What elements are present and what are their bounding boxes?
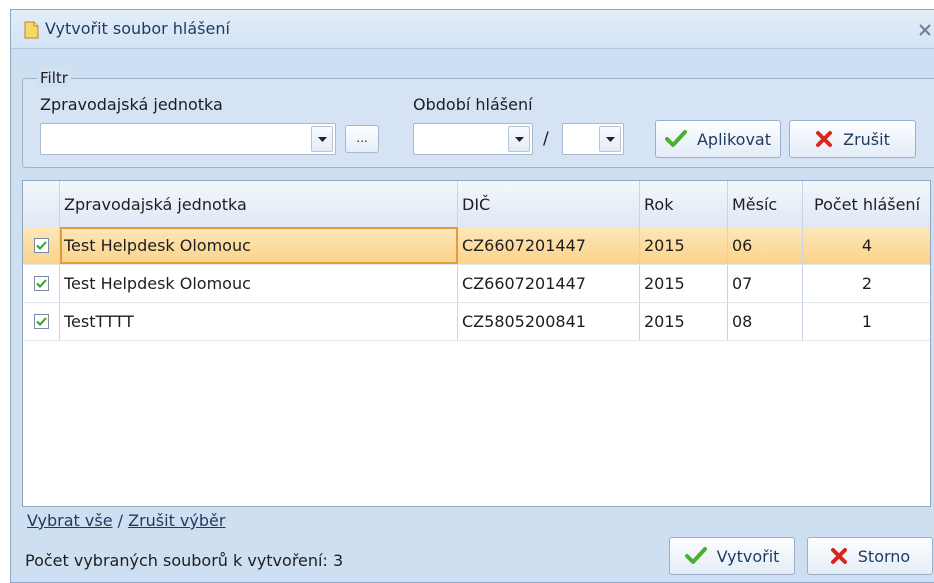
checkbox-check-icon (35, 317, 47, 326)
cross-icon (830, 548, 847, 564)
unit-combo[interactable] (40, 123, 336, 155)
cancel-filter-label: Zrušit (843, 129, 890, 149)
row-checkbox[interactable] (33, 238, 49, 253)
month-combo[interactable] (562, 123, 624, 155)
cell-year[interactable]: 2015 (640, 227, 728, 264)
chevron-down-icon (606, 137, 615, 142)
chevron-down-icon (515, 137, 524, 142)
unit-label: Zpravodajská jednotka (40, 95, 223, 114)
cancel-filter-button[interactable]: Zrušit (789, 120, 916, 158)
header-select[interactable] (23, 181, 60, 227)
chevron-down-icon (318, 137, 327, 142)
select-all-link[interactable]: Vybrat vše (27, 511, 113, 530)
folder-icon (24, 21, 39, 39)
cell-dic[interactable]: CZ6607201447 (458, 265, 640, 302)
apply-button-label: Aplikovat (696, 129, 772, 149)
cell-year[interactable]: 2015 (640, 265, 728, 302)
grid-header: Zpravodajská jednotka DIČ Rok Měsíc Poče… (23, 181, 930, 228)
row-checkbox-cell[interactable] (23, 303, 60, 340)
selection-links: Vybrat vše / Zrušit výběr (27, 511, 225, 530)
create-button-label: Vytvořit (716, 546, 780, 566)
table-row[interactable]: TestTTTT CZ5805200841 2015 08 1 (23, 303, 930, 341)
table-row[interactable]: Test Helpdesk Olomouc CZ6607201447 2015 … (23, 265, 930, 303)
cell-unit[interactable]: Test Helpdesk Olomouc (60, 227, 458, 264)
period-label: Období hlášení (413, 95, 533, 114)
checkbox-check-icon (35, 279, 47, 288)
cell-unit[interactable]: Test Helpdesk Olomouc (60, 265, 458, 302)
checkbox-check-icon (35, 241, 47, 250)
checkmark-icon (684, 547, 707, 564)
header-unit[interactable]: Zpravodajská jednotka (60, 181, 458, 227)
period-separator: / (543, 129, 549, 149)
cell-month[interactable]: 08 (728, 303, 803, 340)
row-checkbox[interactable] (33, 276, 49, 291)
header-dic[interactable]: DIČ (458, 181, 640, 227)
deselect-link[interactable]: Zrušit výběr (128, 511, 225, 530)
month-combo-dropdown[interactable] (599, 126, 621, 152)
cell-count[interactable]: 1 (803, 303, 930, 340)
checkmark-icon (664, 130, 687, 147)
storno-button-label: Storno (857, 546, 911, 566)
cell-dic[interactable]: CZ6607201447 (458, 227, 640, 264)
window-title: Vytvořit soubor hlášení (45, 19, 230, 38)
storno-button[interactable]: Storno (807, 537, 933, 575)
create-button[interactable]: Vytvořit (669, 537, 795, 575)
year-combo-dropdown[interactable] (508, 126, 530, 152)
cell-unit[interactable]: TestTTTT (60, 303, 458, 340)
close-icon[interactable] (915, 22, 934, 38)
cell-dic[interactable]: CZ5805200841 (458, 303, 640, 340)
row-checkbox-cell[interactable] (23, 265, 60, 302)
cell-month[interactable]: 06 (728, 227, 803, 264)
header-count[interactable]: Počet hlášení (803, 181, 930, 227)
cell-count[interactable]: 4 (803, 227, 930, 264)
apply-button[interactable]: Aplikovat (655, 120, 781, 158)
unit-combo-dropdown[interactable] (311, 126, 333, 152)
row-checkbox[interactable] (33, 314, 49, 329)
selected-count-status: Počet vybraných souborů k vytvoření: 3 (25, 551, 344, 570)
year-combo[interactable] (413, 123, 533, 155)
cell-month[interactable]: 07 (728, 265, 803, 302)
filter-legend: Filtr (37, 69, 71, 87)
dialog-window: Vytvořit soubor hlášení Filtr Zpravodajs… (10, 9, 934, 583)
cell-count[interactable]: 2 (803, 265, 930, 302)
cross-icon (816, 131, 833, 147)
cell-year[interactable]: 2015 (640, 303, 728, 340)
link-separator: / (117, 511, 124, 530)
title-bar: Vytvořit soubor hlášení (11, 10, 934, 49)
report-grid: Zpravodajská jednotka DIČ Rok Měsíc Poče… (22, 180, 931, 507)
table-row[interactable]: Test Helpdesk Olomouc CZ6607201447 2015 … (23, 227, 930, 265)
header-year[interactable]: Rok (640, 181, 728, 227)
browse-button[interactable]: ... (345, 125, 379, 153)
header-month[interactable]: Měsíc (728, 181, 803, 227)
row-checkbox-cell[interactable] (23, 227, 60, 264)
